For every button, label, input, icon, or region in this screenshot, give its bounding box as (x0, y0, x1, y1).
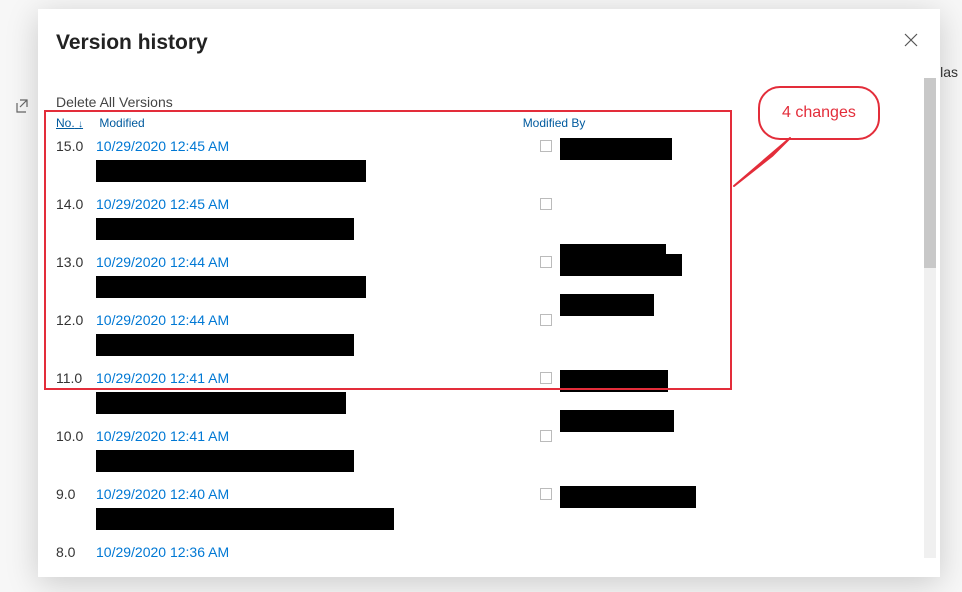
redacted-user (560, 370, 668, 392)
version-number: 8.0 (56, 544, 75, 560)
table-row: 12.0 10/29/2020 12:44 AM (56, 312, 922, 370)
version-number: 15.0 (56, 138, 83, 154)
redacted-content (96, 334, 354, 356)
version-number: 13.0 (56, 254, 83, 270)
table-row: 9.0 10/29/2020 12:40 AM (56, 486, 922, 544)
column-header-no[interactable]: No. ↓ (56, 116, 96, 130)
version-number: 9.0 (56, 486, 75, 502)
background-partial-text: las (940, 64, 958, 80)
redacted-content (96, 508, 394, 530)
annotation-callout-label: 4 changes (782, 104, 856, 121)
redacted-user (560, 254, 682, 276)
row-checkbox[interactable] (540, 488, 552, 500)
annotation-callout: 4 changes (758, 86, 880, 140)
redacted-user (560, 294, 654, 316)
column-header-modified[interactable]: Modified (99, 116, 519, 130)
row-checkbox[interactable] (540, 198, 552, 210)
redacted-content (96, 218, 354, 240)
version-date-link[interactable]: 10/29/2020 12:40 AM (96, 486, 229, 502)
redacted-content (96, 276, 366, 298)
version-date-link[interactable]: 10/29/2020 12:41 AM (96, 370, 229, 386)
version-date-link[interactable]: 10/29/2020 12:44 AM (96, 312, 229, 328)
table-row: 10.0 10/29/2020 12:41 AM (56, 428, 922, 486)
redacted-content (96, 450, 354, 472)
version-history-dialog: Version history Delete All Versions No. … (38, 9, 940, 577)
row-checkbox[interactable] (540, 430, 552, 442)
dialog-title: Version history (56, 31, 208, 55)
close-button[interactable] (898, 27, 924, 58)
redacted-content (96, 160, 366, 182)
version-date-link[interactable]: 10/29/2020 12:41 AM (96, 428, 229, 444)
row-checkbox[interactable] (540, 140, 552, 152)
column-header-no-label: No. (56, 116, 75, 130)
version-number: 10.0 (56, 428, 83, 444)
version-number: 11.0 (56, 370, 82, 386)
redacted-content (96, 392, 346, 414)
table-row: 11.0 10/29/2020 12:41 AM (56, 370, 922, 428)
table-row: 8.0 10/29/2020 12:36 AM (56, 544, 922, 562)
share-icon (14, 98, 30, 119)
table-row: 14.0 10/29/2020 12:45 AM (56, 196, 922, 254)
redacted-user (560, 138, 672, 160)
version-date-link[interactable]: 10/29/2020 12:45 AM (96, 196, 229, 212)
scrollbar-thumb[interactable] (924, 78, 936, 268)
table-row: 15.0 10/29/2020 12:45 AM (56, 138, 922, 196)
row-checkbox[interactable] (540, 256, 552, 268)
version-number: 14.0 (56, 196, 83, 212)
redacted-user (560, 410, 674, 432)
row-checkbox[interactable] (540, 314, 552, 326)
close-icon (904, 33, 918, 47)
column-header-modified-by[interactable]: Modified By (523, 116, 586, 130)
table-row: 13.0 10/29/2020 12:44 AM (56, 254, 922, 312)
redacted-user (560, 486, 696, 508)
version-date-link[interactable]: 10/29/2020 12:44 AM (96, 254, 229, 270)
row-checkbox[interactable] (540, 372, 552, 384)
version-date-link[interactable]: 10/29/2020 12:45 AM (96, 138, 229, 154)
sort-descending-icon: ↓ (78, 119, 83, 130)
version-date-link[interactable]: 10/29/2020 12:36 AM (96, 544, 229, 560)
version-number: 12.0 (56, 312, 83, 328)
version-table: No. ↓ Modified Modified By 15.0 10/29/202… (56, 116, 922, 562)
scrollbar-track[interactable] (924, 78, 936, 558)
